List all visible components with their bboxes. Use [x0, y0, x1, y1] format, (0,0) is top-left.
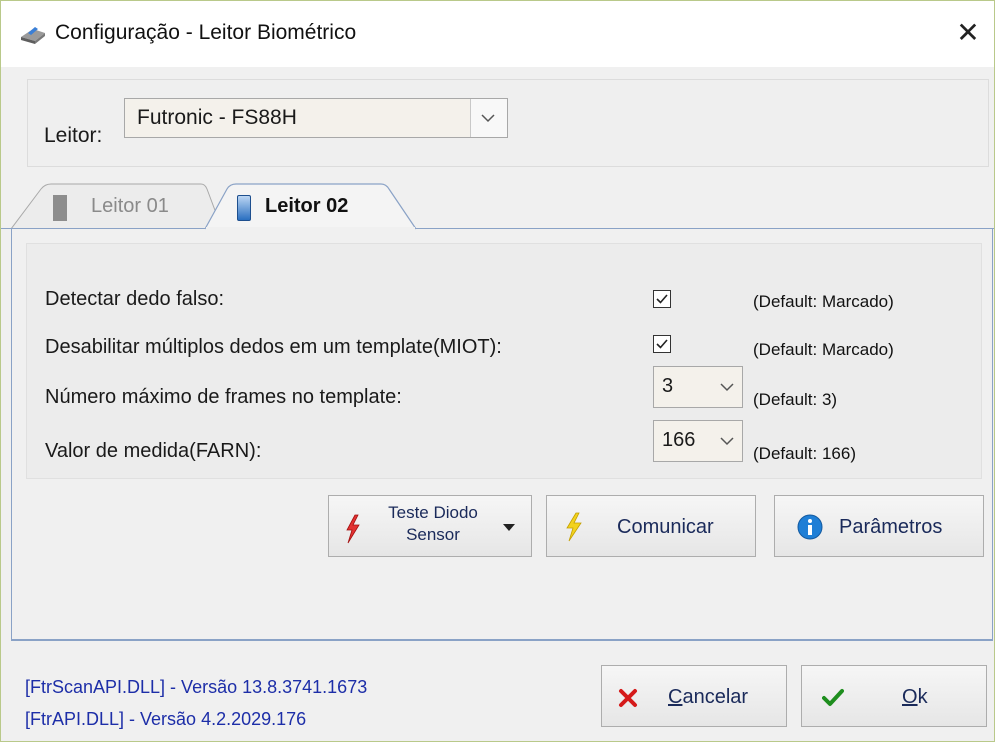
fake-finger-checkbox[interactable] — [653, 290, 671, 308]
chevron-down-icon — [720, 383, 734, 392]
max-frames-label: Número máximo de frames no template: — [45, 386, 402, 408]
yellow-lightning-icon — [566, 512, 582, 542]
farn-label: Valor de medida(FARN): — [45, 440, 262, 462]
multi-finger-checkbox[interactable] — [653, 335, 671, 353]
chevron-down-icon — [720, 437, 734, 446]
ftrscanapi-version: [FtrScanAPI.DLL] - Versão 13.8.3741.1673 — [25, 677, 368, 697]
checkmark-icon — [656, 339, 668, 349]
fake-finger-label: Detectar dedo falso: — [45, 288, 224, 310]
cancel-mnemonic: C — [668, 686, 683, 708]
close-button[interactable]: ✕ — [948, 13, 988, 53]
red-lightning-icon — [346, 514, 360, 544]
max-frames-dropdown-button[interactable] — [710, 367, 742, 407]
max-frames-value: 3 — [662, 375, 674, 397]
ftrapi-version: [FtrAPI.DLL] - Versão 4.2.2029.176 — [25, 709, 307, 729]
window-title: Configuração - Leitor Biométrico — [55, 21, 357, 44]
tab-content-panel: Detectar dedo falso: (Default: Marcado) … — [11, 229, 993, 641]
title-bar: Configuração - Leitor Biométrico ✕ — [1, 1, 994, 67]
multi-finger-label: Desabilitar múltiplos dedos em um templa… — [45, 336, 502, 358]
test-diode-label-line1: Teste Diodo — [388, 503, 478, 522]
reader-select-value: Futronic - FS88H — [137, 106, 297, 129]
farn-dropdown-button[interactable] — [710, 421, 742, 461]
reader-label: Leitor: — [44, 124, 103, 147]
chevron-down-icon — [481, 114, 495, 123]
test-diode-label-line2: Sensor — [406, 525, 460, 544]
ok-button[interactable]: Ok — [801, 665, 987, 727]
red-x-icon — [619, 689, 637, 707]
settings-box: Detectar dedo falso: (Default: Marcado) … — [26, 243, 982, 479]
parameters-button[interactable]: Parâmetros — [774, 495, 984, 557]
caret-down-icon[interactable] — [503, 524, 515, 532]
farn-value: 166 — [662, 429, 696, 451]
info-icon — [797, 514, 823, 540]
checkmark-icon — [656, 294, 668, 304]
reader-select-dropdown-button[interactable] — [470, 99, 507, 137]
farn-select[interactable]: 166 — [653, 420, 743, 462]
multi-finger-default: (Default: Marcado) — [753, 340, 894, 359]
ok-mnemonic: O — [902, 686, 918, 708]
max-frames-select[interactable]: 3 — [653, 366, 743, 408]
close-icon: ✕ — [956, 17, 980, 48]
cancel-button[interactable]: Cancelar — [601, 665, 787, 727]
reader-tabs: Leitor 01 Leitor 02 — [1, 175, 994, 230]
tab-leitor-01-label: Leitor 01 — [91, 195, 169, 217]
ok-label: Ok — [902, 686, 928, 709]
green-check-icon — [822, 689, 844, 706]
fake-finger-default: (Default: Marcado) — [753, 292, 894, 311]
reader-device-gray-icon — [53, 195, 67, 221]
reader-select[interactable]: Futronic - FS88H — [124, 98, 508, 138]
cancel-label: Cancelar — [668, 686, 748, 709]
biometric-reader-icon — [19, 23, 47, 45]
tab-leitor-02[interactable]: Leitor 02 — [205, 183, 417, 230]
reader-selection-panel: Leitor: Futronic - FS88H — [27, 79, 989, 167]
communicate-button[interactable]: Comunicar — [546, 495, 756, 557]
cancel-label-rest: ancelar — [682, 686, 749, 708]
max-frames-default: (Default: 3) — [753, 390, 838, 409]
tab-leitor-01[interactable]: Leitor 01 — [11, 183, 223, 229]
test-diode-button[interactable]: Teste Diodo Sensor — [328, 495, 532, 557]
farn-default: (Default: 166) — [753, 444, 856, 463]
config-dialog: Configuração - Leitor Biométrico ✕ Leito… — [0, 0, 995, 742]
tab-leitor-02-label: Leitor 02 — [265, 195, 349, 217]
communicate-label: Comunicar — [617, 516, 714, 538]
reader-device-blue-icon — [237, 195, 251, 221]
ok-label-rest: k — [917, 686, 928, 708]
parameters-label: Parâmetros — [839, 516, 943, 538]
